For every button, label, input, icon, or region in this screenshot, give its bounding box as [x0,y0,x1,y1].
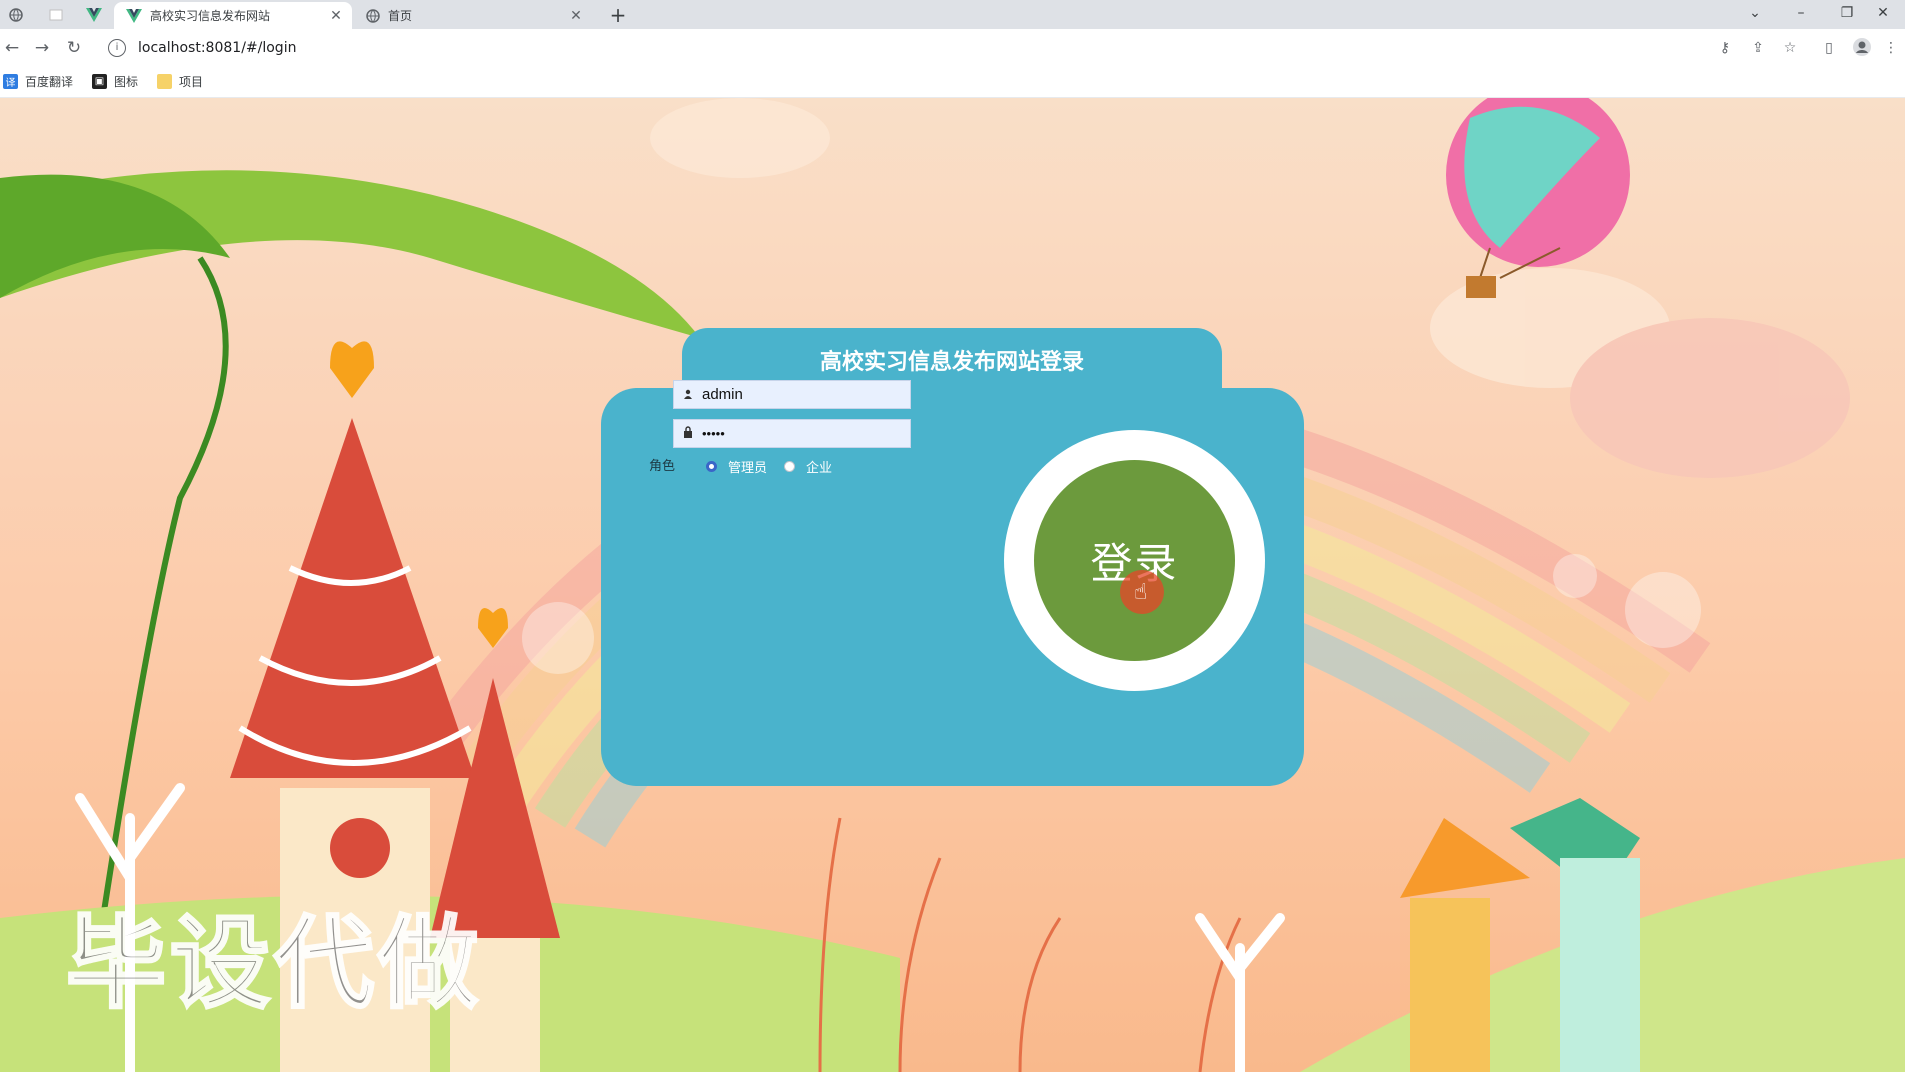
pinned-tab-blank[interactable] [42,4,70,26]
vue-logo-icon [126,8,142,23]
role-radio-enterprise[interactable] [784,461,795,472]
login-title: 高校实习信息发布网站登录 [819,350,1084,375]
bookmark-label: 项目 [179,75,204,89]
tab-strip: 高校实习信息发布网站 ✕ 首页 ✕ + ⌄ – ❐ ✕ [0,0,1905,29]
password-field[interactable]: ••••• [673,419,911,448]
bookmarks-bar: 译 百度翻译 ▣ 图标 项目 [0,67,1905,98]
user-icon [680,388,696,402]
bookmark-label: 百度翻译 [25,75,74,89]
new-tab-button[interactable]: + [606,3,630,27]
tab-home[interactable]: 首页 ✕ [356,2,592,29]
browser-toolbar: ← → ↻ i localhost:8081/#/login ⚷ ⇪ ☆ ▯ ⋮ [0,29,1905,67]
role-label: 角色 [649,459,676,474]
tab-search-icon[interactable]: ⌄ [1733,0,1777,29]
close-icon[interactable]: ✕ [566,8,586,24]
tab-title: 高校实习信息发布网站 [150,9,271,23]
login-button[interactable]: 登录 [1034,460,1235,661]
bookmark-icons[interactable]: ▣ 图标 [92,73,138,90]
reload-icon[interactable]: ↻ [62,36,86,60]
password-value: ••••• [702,426,725,441]
pinned-tab-vue[interactable] [80,4,108,26]
watermark-text: 毕设代做 [65,904,482,1024]
minimize-icon[interactable]: – [1779,0,1823,29]
close-icon[interactable]: ✕ [326,8,346,24]
globe-icon [9,8,23,22]
star-icon[interactable]: ☆ [1779,37,1801,59]
username-value: admin [702,386,743,403]
url-text: localhost:8081/#/login [138,40,297,56]
folder-icon [157,74,172,89]
key-icon[interactable]: ⚷ [1714,37,1736,59]
info-icon[interactable]: i [108,39,126,57]
image-icon: ▣ [92,74,107,89]
role-label-admin: 管理员 [728,461,768,476]
login-page: 高校实习信息发布网站登录 admin ••••• 角色 管理员 企业 登录 ☝ … [0,98,1905,1072]
lock-icon [680,426,696,441]
bookmark-label: 图标 [114,75,139,89]
forward-arrow-icon[interactable]: → [30,36,54,60]
address-bar[interactable]: i localhost:8081/#/login [100,34,1760,62]
tab-title: 首页 [388,9,413,23]
vue-logo-icon [86,8,102,22]
pinned-tab-globe[interactable] [2,4,30,26]
window-close-icon[interactable]: ✕ [1861,0,1905,29]
side-panel-icon[interactable]: ▯ [1818,37,1840,59]
hand-cursor-icon: ☝ [1134,580,1148,605]
bookmark-projects[interactable]: 项目 [157,73,203,90]
profile-avatar-icon[interactable] [1851,37,1873,59]
role-radio-admin[interactable] [706,461,717,472]
page-icon [49,9,63,21]
share-icon[interactable]: ⇪ [1747,37,1769,59]
username-field[interactable]: admin [673,380,911,409]
role-label-enterprise: 企业 [806,461,833,476]
back-arrow-icon[interactable]: ← [0,36,24,60]
menu-kebab-icon[interactable]: ⋮ [1884,37,1898,59]
translate-icon: 译 [3,74,18,89]
globe-icon [366,8,380,23]
bookmark-translate[interactable]: 译 百度翻译 [3,73,73,90]
tab-login[interactable]: 高校实习信息发布网站 ✕ [114,2,352,29]
